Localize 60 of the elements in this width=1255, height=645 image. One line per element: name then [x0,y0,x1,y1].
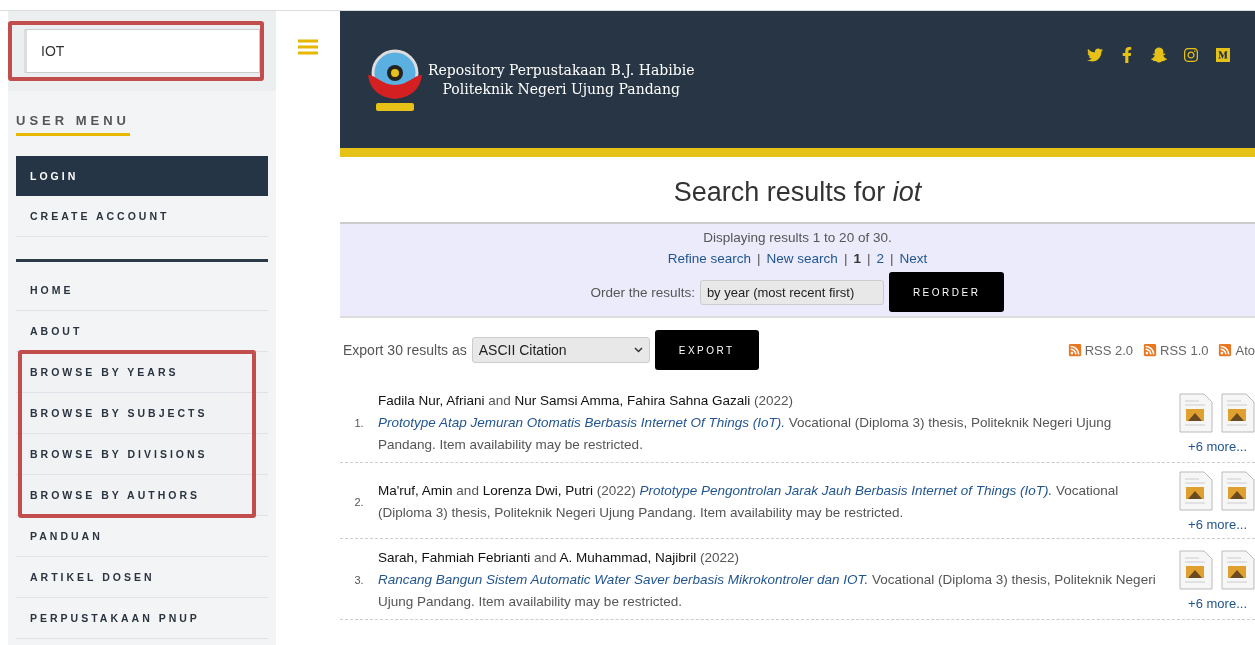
order-select[interactable]: by year (most recent first) [699,279,884,305]
separator: | [866,251,871,266]
order-label: Order the results: [590,284,695,300]
menu-item[interactable]: BROWSE BY DIVISIONS [16,434,268,475]
export-label: Export 30 results as [343,342,467,358]
result-number: 3. [353,574,365,586]
rss-icon [1067,343,1082,357]
site-title: Repository Perpustakaan B.J. Habibie [428,60,695,80]
title-link[interactable]: Rancang Bangun Sistem Automatic Water Saver berbasis Mikrokontroler dan IOT. [378,572,869,587]
separator: | [843,251,848,266]
snapchat-icon[interactable] [1151,47,1167,63]
more-link[interactable]: +6 more... [1188,595,1247,611]
menu-item[interactable]: BROWSE BY SUBJECTS [16,393,268,434]
citation-text: Ma'ruf, Amin and Lorenza Dwi, Putri (2022) Prototype Pengontrolan Jarak Jauh Berbasis Internet of Things (IoT). Vocational (Diploma 3) thesis, Politeknik Negeri Ujung Pandang. Item availability may be restricted. [378,481,1120,522]
rss-icon [1218,343,1233,357]
menu-item[interactable]: ARTIKEL DOSEN [16,557,268,598]
page-heading: Search results for iot [672,177,923,208]
separator: | [889,251,894,266]
feed-link[interactable]: RSS 2.0 [1067,342,1134,358]
more-link[interactable]: +6 more... [1188,438,1247,454]
feed-link[interactable]: Ato [1218,342,1255,358]
citation-text: Sarah, Fahmiah Febrianti and A. Muhammad, Najibril (2022) Rancang Bangun Sistem Automatic Water Saver berbasis Mikrokontroler dan IOT. Vocational (Diploma 3) thesis, Politeknik Negeri Ujung Pandang. Item availability may be restricted. [378,549,1157,611]
feed-link[interactable]: RSS 1.0 [1143,342,1209,358]
result-number: 2. [353,495,365,508]
more-link[interactable]: +6 more... [1188,517,1247,532]
chevron-down-icon [633,347,643,353]
export-button[interactable]: EXPORT [654,330,759,370]
instagram-icon[interactable] [1183,47,1199,63]
title-link[interactable]: Prototype Pengontrolan Jarak Jauh Berbasis Internet of Things (IoT). [639,482,1053,498]
result-number: 1. [353,417,365,429]
menu-item[interactable]: BROWSE BY YEARS [16,352,268,393]
menu-item[interactable]: PERPUSTAKAAN PNUP [16,598,268,639]
pagination-link[interactable]: New search [766,251,838,266]
document-thumbnail-icon[interactable] [1179,471,1213,511]
separator: | [757,251,761,266]
results-count: Displaying results 1 to 20 of 30. [703,230,892,245]
twitter-icon[interactable] [1087,47,1103,63]
rss-icon [1143,343,1158,357]
site-title: Politeknik Negeri Ujung Pandang [441,79,681,99]
citation-text: Fadila Nur, Afriani and Nur Samsi Amma, Fahira Sahna Gazali (2022) Prototype Atap Jemuran Otomatis Berbasis Internet Of Things (IoT). Vocational (Diploma 3) thesis, Politeknik Negeri Ujung Pandang. Item availability may be restricted. [378,392,1113,454]
document-thumbnail-icon[interactable] [1179,549,1213,590]
document-thumbnail-icon[interactable] [1221,549,1255,590]
menu-heading: USER MENU [16,113,130,136]
pagination-link[interactable]: Next [899,251,928,266]
export-format-select[interactable]: ASCII Citation [471,337,650,363]
reorder-button[interactable]: REORDER [888,272,1005,312]
menu-item[interactable]: LOGIN [16,156,268,196]
menu-item[interactable]: PANDUAN [16,516,268,557]
title-link[interactable]: Prototype Atap Jemuran Otomatis Berbasis Internet Of Things (IoT). [378,415,785,430]
pagination-link[interactable]: 2 [876,251,884,266]
document-thumbnail-icon[interactable] [1221,392,1255,433]
document-thumbnail-icon[interactable] [1221,471,1255,511]
search-field[interactable]: IOT [24,29,260,73]
menu-item[interactable]: BROWSE BY AUTHORS [16,475,268,516]
pagination-link[interactable]: Refine search [667,251,752,266]
document-thumbnail-icon[interactable] [1179,392,1213,433]
menu-item[interactable]: HOME [16,270,268,311]
menu-item[interactable]: CREATE ACCOUNT [16,196,268,237]
medium-icon[interactable] [1215,47,1231,63]
current-page: 1 [853,251,861,266]
